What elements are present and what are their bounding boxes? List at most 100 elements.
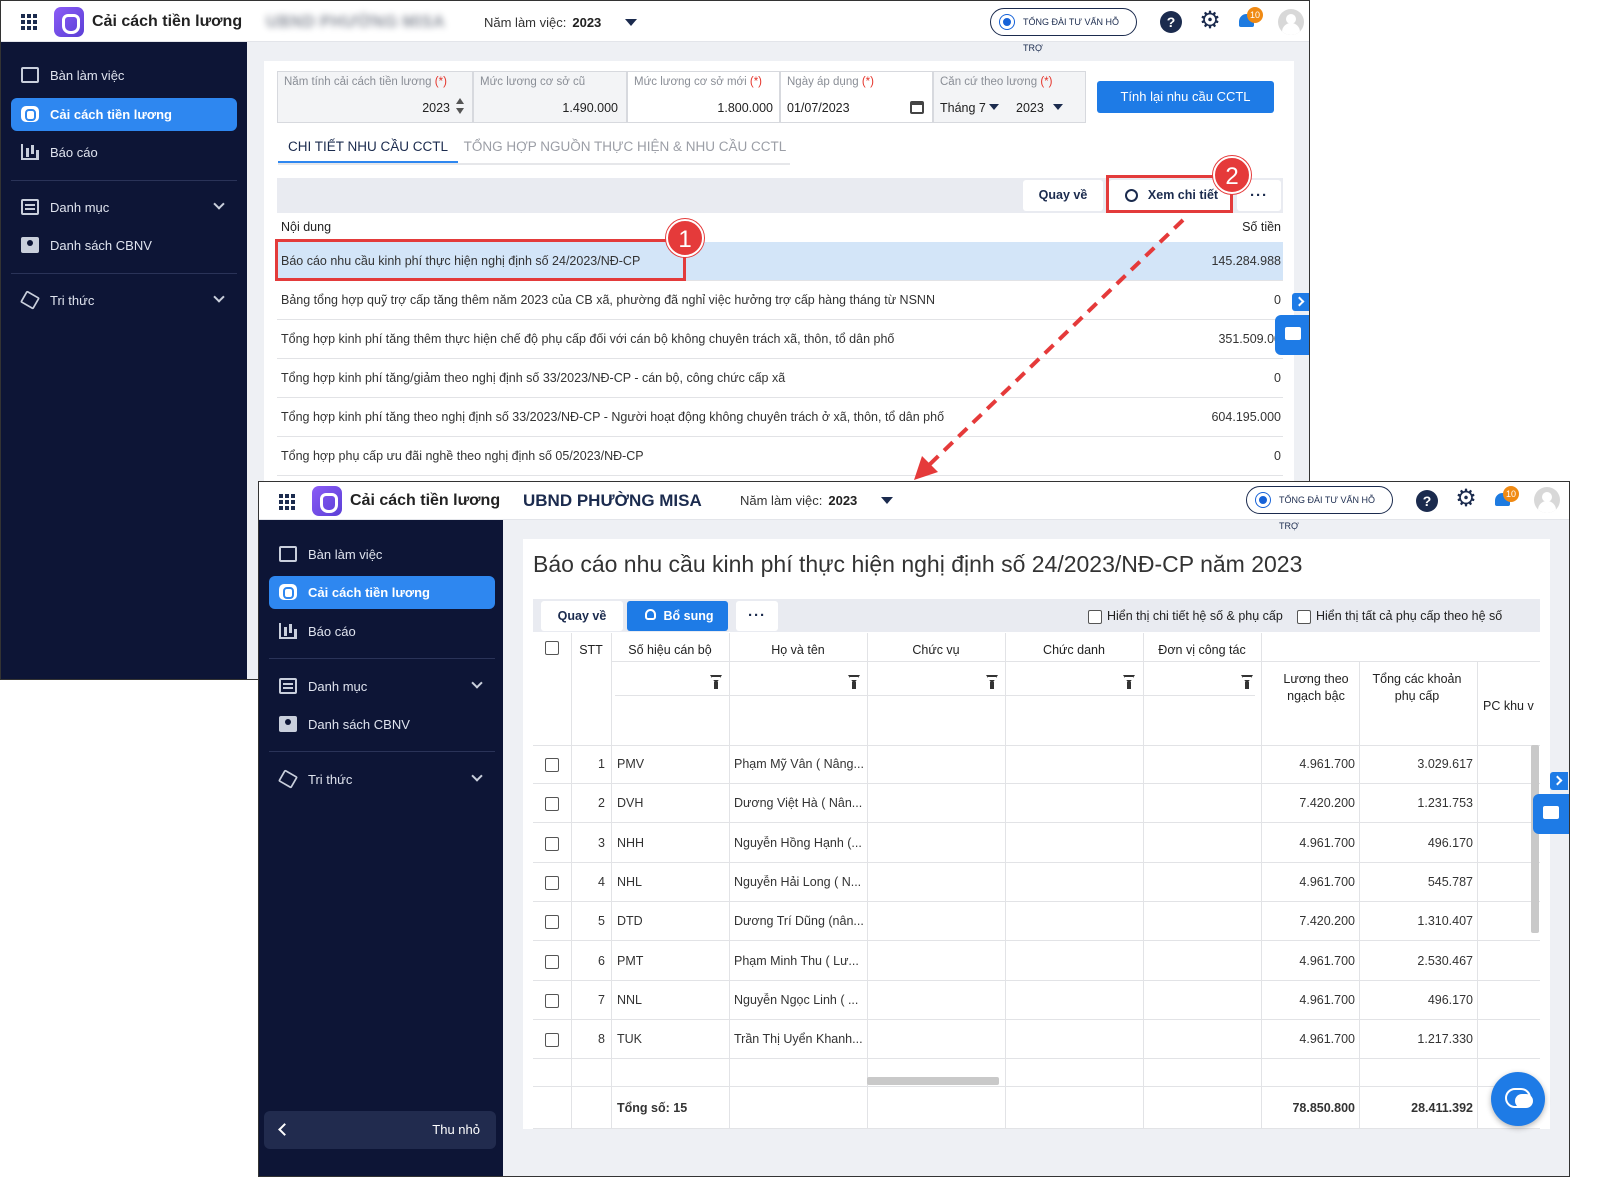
expand-panel-icon[interactable] [1292, 293, 1309, 311]
sidebar-item-knowledge[interactable]: Tri thức [269, 763, 495, 796]
calendar-icon[interactable] [910, 101, 924, 114]
back-button[interactable]: Quay về [1023, 180, 1103, 211]
feedback-icon[interactable] [1275, 315, 1309, 355]
sidebar-item-desk[interactable]: Bàn làm việc [269, 538, 495, 571]
cell-code: PMV [617, 757, 645, 771]
apply-date-field[interactable]: Ngày áp dụng (*) 01/07/2023 [780, 71, 933, 123]
month-dropdown-icon[interactable] [989, 104, 999, 110]
sidebar-item-staff[interactable]: Danh sách CBNV [269, 708, 495, 741]
list-item-amount: 0 [1274, 371, 1281, 385]
gear-icon[interactable]: ⚙ [1199, 9, 1221, 33]
avatar[interactable] [1278, 9, 1304, 35]
list-item[interactable]: Tổng hợp kinh phí tăng theo nghị định số… [277, 398, 1283, 437]
table-row[interactable]: 2 DVH Dương Việt Hà ( Nân... 7.420.200 1.231… [533, 784, 1540, 824]
salary-basis-field[interactable]: Căn cứ theo lương (*) Tháng 7 2023 [933, 71, 1086, 123]
bell-icon[interactable]: 10 [1493, 486, 1519, 510]
feedback-icon[interactable] [1533, 794, 1569, 834]
horizontal-scrollbar[interactable] [867, 1077, 999, 1085]
add-button[interactable]: Bổ sung [627, 601, 728, 631]
expand-panel-icon[interactable] [1550, 772, 1568, 790]
bell-icon[interactable]: 10 [1237, 7, 1263, 31]
sidebar-item-desk[interactable]: Bàn làm việc [11, 59, 237, 92]
year-calc-field[interactable]: Năm tính cải cách tiền lương (*) 2023 [277, 71, 473, 123]
show-all-allowance-label: Hiển thị tất cả phụ cấp theo hệ số [1316, 609, 1503, 623]
basis-year-dropdown-icon[interactable] [1053, 104, 1063, 110]
chat-icon[interactable] [1491, 1072, 1545, 1126]
list-item[interactable]: Tổng hợp kinh phí tăng thêm thực hiện ch… [277, 320, 1283, 359]
vertical-scrollbar[interactable] [1531, 745, 1539, 933]
list-item[interactable]: Tổng hợp kinh phí tăng/giảm theo nghị đị… [277, 359, 1283, 398]
sidebar-item-knowledge[interactable]: Tri thức [11, 284, 237, 317]
back-button[interactable]: Quay về [541, 601, 623, 631]
row-checkbox[interactable] [545, 915, 559, 930]
tab-summary[interactable]: TỔNG HỢP NGUỒN THỰC HIỆN & NHU CẦU CCTL [460, 130, 790, 164]
salary-reform-icon [21, 106, 39, 122]
table-row[interactable]: 1 PMV Phạm Mỹ Vân ( Nâng... 4.961.700 3.029.… [533, 745, 1540, 784]
cell-salary: 4.961.700 [1299, 1032, 1355, 1047]
table-row[interactable]: 8 TUK Trần Thị Uyển Khanh... 4.961.700 1.217… [533, 1020, 1540, 1060]
show-all-allowance-checkbox[interactable] [1297, 610, 1311, 624]
sidebar-item-report[interactable]: Báo cáo [11, 136, 237, 169]
gear-icon[interactable]: ⚙ [1455, 487, 1477, 511]
staff-icon [279, 716, 297, 732]
app-grid-icon[interactable] [21, 14, 37, 30]
more-options-button[interactable]: ··· [736, 601, 778, 631]
sidebar-divider [11, 180, 237, 181]
table-row[interactable]: 4 NHL Nguyễn Hải Long ( N... 4.961.700 545.7… [533, 863, 1540, 902]
support-hotline-button[interactable]: TỔNG ĐÀI TƯ VẤN HỖ TRỢ [1246, 486, 1393, 531]
year-dropdown-icon[interactable] [881, 497, 893, 504]
help-icon[interactable]: ? [1160, 11, 1182, 33]
sidebar-item-salary-reform[interactable]: Cải cách tiền lương [269, 576, 495, 609]
row-checkbox[interactable] [545, 758, 559, 772]
filter-icon[interactable] [1123, 675, 1135, 689]
cell-stt: 8 [598, 1032, 605, 1047]
show-coef-checkbox[interactable] [1088, 610, 1102, 624]
total-salary: 78.850.800 [1292, 1101, 1355, 1115]
year-dropdown-icon[interactable] [625, 19, 637, 26]
list-item[interactable]: Bảng tổng hợp quỹ trợ cấp tăng thêm năm … [277, 281, 1283, 320]
filter-icon[interactable] [1241, 675, 1253, 689]
support-hotline-button[interactable]: TỔNG ĐÀI TƯ VẤN HỖ TRỢ [990, 8, 1137, 53]
table-row[interactable]: 6 PMT Phạm Minh Thu ( Lư... 4.961.700 2.530.… [533, 942, 1540, 981]
row-checkbox[interactable] [545, 836, 559, 851]
working-year[interactable]: Năm làm việc: 2023 [740, 493, 857, 508]
row-checkbox[interactable] [545, 954, 559, 969]
staff-icon [21, 237, 39, 253]
row-checkbox[interactable] [545, 875, 559, 890]
filter-icon[interactable] [710, 675, 722, 689]
recalculate-button[interactable]: Tính lại nhu cầu CCTL [1097, 81, 1274, 113]
select-all-checkbox[interactable] [545, 641, 559, 655]
sidebar-item-label: Cải cách tiền lương [50, 107, 172, 122]
sidebar-item-catalog[interactable]: Danh mục [269, 670, 495, 703]
working-year[interactable]: Năm làm việc: 2023 [484, 15, 601, 30]
basis-year-select[interactable]: 2023 [1016, 101, 1044, 115]
help-icon[interactable]: ? [1416, 490, 1438, 512]
table-row[interactable]: 5 DTD Dương Trí Dũng (nân... 7.420.200 1.310… [533, 902, 1540, 942]
spinner-icon[interactable] [456, 98, 464, 114]
row-checkbox[interactable] [545, 1033, 559, 1048]
cell-name: Dương Việt Hà ( Nân... [734, 796, 863, 811]
cell-stt: 1 [598, 757, 605, 771]
working-year-value: 2023 [572, 15, 602, 30]
collapse-sidebar-button[interactable]: Thu nhỏ [264, 1111, 496, 1149]
sidebar-item-salary-reform[interactable]: Cải cách tiền lương [11, 98, 237, 131]
sidebar-divider [269, 751, 495, 752]
sidebar-divider [11, 273, 237, 274]
row-checkbox[interactable] [545, 797, 559, 812]
list-item[interactable]: Tổng hợp phụ cấp ưu đãi nghề theo nghị đ… [277, 437, 1283, 476]
table-row[interactable]: 3 NHH Nguyễn Hồng Hạnh (... 4.961.700 496.17… [533, 824, 1540, 863]
report-icon [279, 623, 297, 639]
sidebar-item-staff[interactable]: Danh sách CBNV [11, 229, 237, 262]
tab-detail[interactable]: CHI TIẾT NHU CẦU CCTL [278, 130, 458, 164]
new-base-salary-field[interactable]: Mức lương cơ sở mới (*) 1.800.000 [627, 71, 780, 123]
app-grid-icon[interactable] [279, 494, 295, 510]
filter-icon[interactable] [848, 675, 860, 689]
avatar[interactable] [1534, 487, 1560, 513]
cell-allow: 1.310.407 [1417, 914, 1473, 929]
table-row[interactable]: 7 NNL Nguyễn Ngọc Linh ( ... 4.961.700 496.1… [533, 981, 1540, 1020]
show-coef-label: Hiển thị chi tiết hệ số & phụ cấp [1107, 609, 1283, 623]
filter-icon[interactable] [986, 675, 998, 689]
sidebar-item-catalog[interactable]: Danh mục [11, 191, 237, 224]
row-checkbox[interactable] [545, 993, 559, 1008]
sidebar-item-report[interactable]: Báo cáo [269, 615, 495, 648]
